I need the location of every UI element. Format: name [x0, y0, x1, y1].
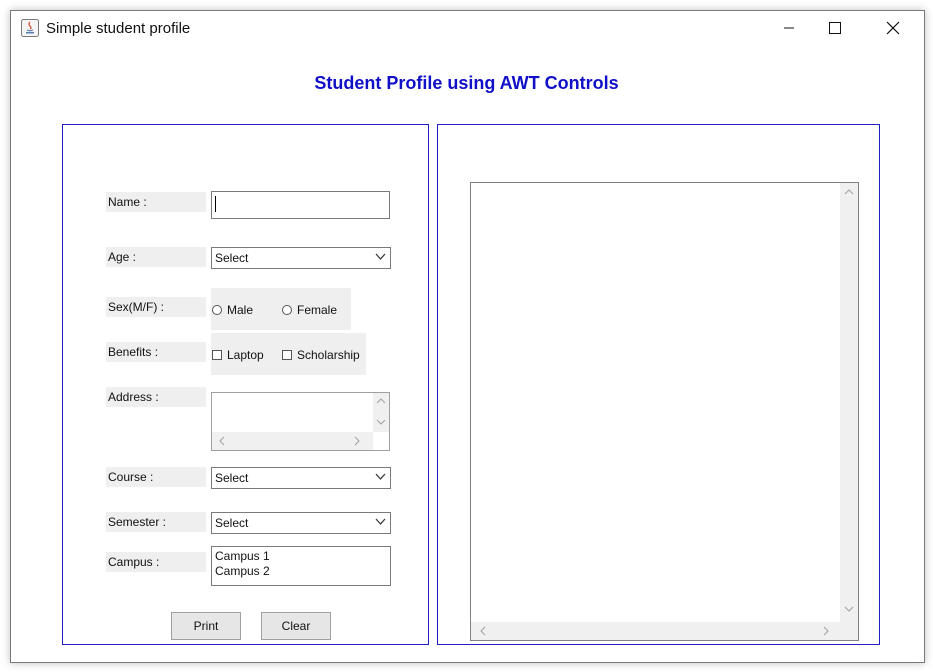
close-icon	[886, 21, 900, 35]
semester-select[interactable]: Select	[211, 512, 391, 534]
course-select[interactable]: Select	[211, 467, 391, 489]
list-item[interactable]: Campus 1	[215, 549, 387, 564]
address-vertical-scrollbar[interactable]	[373, 393, 389, 432]
radio-male[interactable]: Male	[212, 303, 253, 317]
output-vertical-scrollbar[interactable]	[840, 183, 858, 622]
radio-icon	[282, 305, 292, 315]
output-textarea[interactable]	[470, 182, 859, 641]
address-label: Address :	[106, 387, 206, 407]
checkbox-laptop[interactable]: Laptop	[212, 348, 264, 362]
checkbox-icon	[282, 350, 292, 360]
scroll-right-icon[interactable]	[817, 622, 835, 640]
scroll-down-icon[interactable]	[840, 600, 858, 618]
scroll-up-icon[interactable]	[840, 183, 858, 201]
campus-list[interactable]: Campus 1 Campus 2	[211, 546, 391, 586]
benefits-label: Benefits :	[106, 342, 206, 362]
radio-icon	[212, 305, 222, 315]
age-select-value: Select	[215, 251, 249, 265]
output-horizontal-scrollbar[interactable]	[471, 622, 840, 640]
campus-label: Campus :	[106, 552, 206, 572]
chevron-down-icon	[375, 518, 386, 525]
checkbox-scholarship[interactable]: Scholarship	[282, 348, 360, 362]
java-app-icon	[21, 19, 39, 37]
title-bar[interactable]: Simple student profile	[11, 11, 924, 47]
scroll-right-icon[interactable]	[349, 432, 365, 450]
maximize-button[interactable]	[812, 11, 858, 45]
chevron-down-icon	[375, 473, 386, 480]
list-item[interactable]: Campus 2	[215, 564, 387, 579]
course-select-value: Select	[215, 471, 249, 485]
print-button[interactable]: Print	[171, 612, 241, 640]
clear-button[interactable]: Clear	[261, 612, 331, 640]
scroll-left-icon[interactable]	[474, 622, 492, 640]
radio-female-label: Female	[297, 303, 338, 317]
page-title: Student Profile using AWT Controls	[314, 73, 619, 93]
minimize-icon	[784, 27, 794, 29]
text-caret	[215, 196, 216, 212]
minimize-button[interactable]	[766, 11, 812, 45]
radio-male-label: Male	[227, 303, 254, 317]
scroll-left-icon[interactable]	[214, 432, 230, 450]
checkbox-icon	[212, 350, 222, 360]
scroll-up-icon[interactable]	[373, 393, 389, 409]
name-field[interactable]	[211, 191, 390, 219]
scrollbar-corner	[840, 622, 858, 640]
age-select[interactable]: Select	[211, 247, 391, 269]
sex-label: Sex(M/F) :	[106, 297, 206, 317]
age-label: Age :	[106, 247, 206, 267]
window-title: Simple student profile	[46, 20, 191, 37]
checkbox-laptop-label: Laptop	[227, 348, 264, 362]
close-button[interactable]	[870, 11, 916, 45]
semester-select-value: Select	[215, 516, 249, 530]
radio-female[interactable]: Female	[282, 303, 337, 317]
name-label: Name :	[106, 192, 206, 212]
maximize-icon	[829, 22, 841, 34]
chevron-down-icon	[375, 253, 386, 260]
course-label: Course :	[106, 467, 206, 487]
checkbox-scholarship-label: Scholarship	[297, 348, 360, 362]
semester-label: Semester :	[106, 512, 206, 532]
address-horizontal-scrollbar[interactable]	[212, 432, 373, 450]
scroll-down-icon[interactable]	[373, 414, 389, 430]
address-textarea[interactable]	[211, 392, 390, 451]
